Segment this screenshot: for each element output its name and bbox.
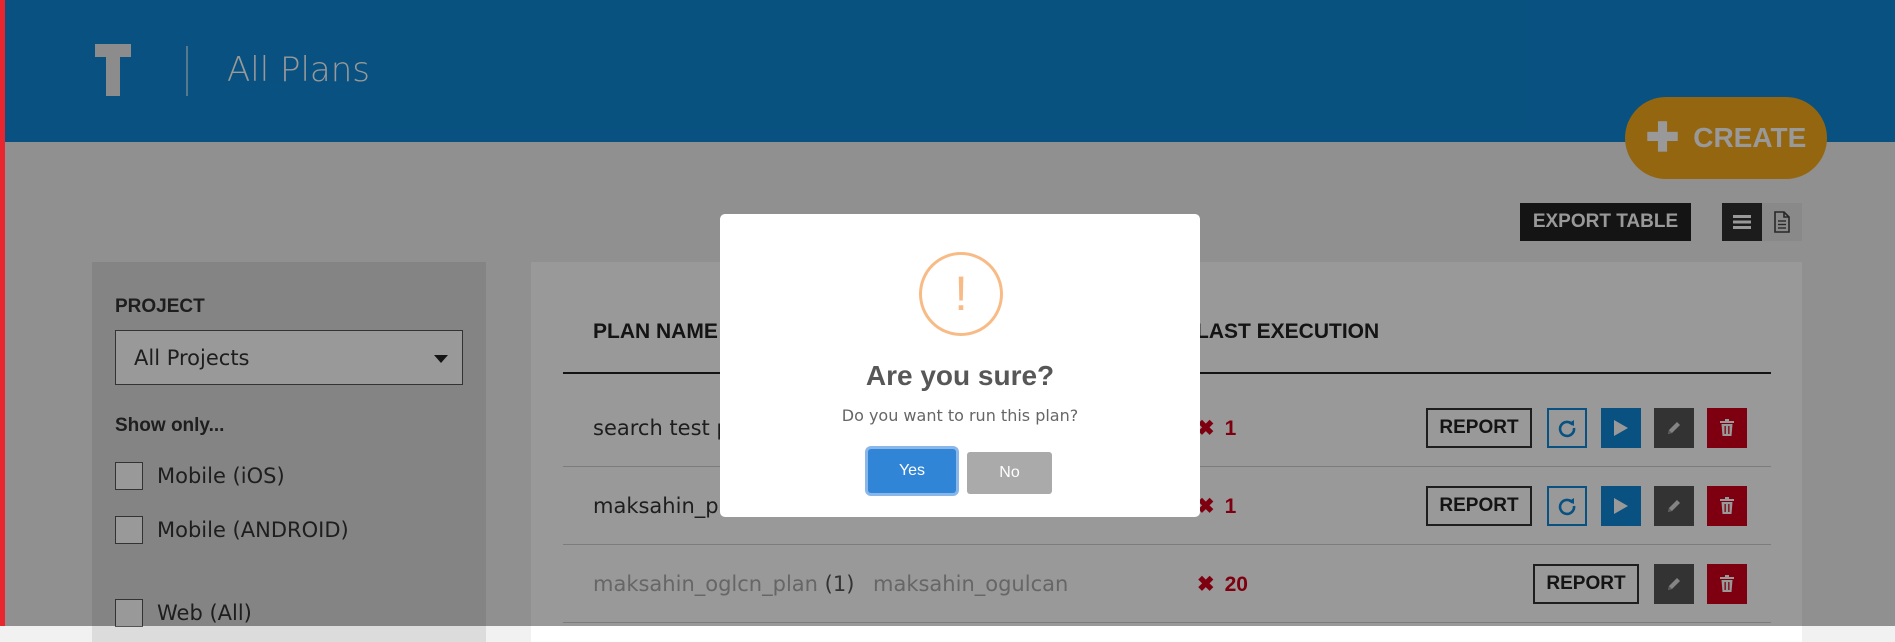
warning-icon: ! bbox=[919, 252, 1003, 336]
cancel-no-button[interactable]: No bbox=[967, 452, 1052, 494]
confirm-dialog: ! Are you sure? Do you want to run this … bbox=[720, 214, 1200, 517]
dialog-message: Do you want to run this plan? bbox=[841, 406, 1079, 425]
confirm-yes-button[interactable]: Yes bbox=[868, 449, 956, 493]
dialog-title: Are you sure? bbox=[865, 360, 1055, 391]
left-edge-strip bbox=[0, 0, 5, 626]
